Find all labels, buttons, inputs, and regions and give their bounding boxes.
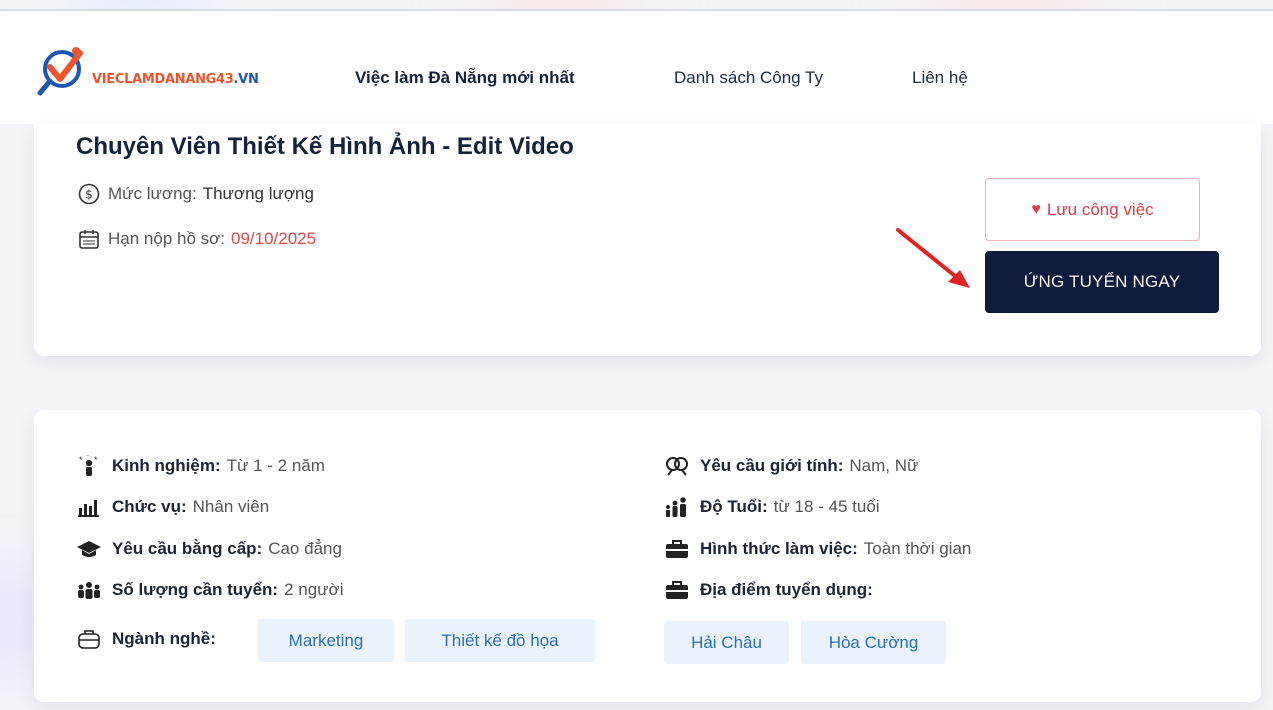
deadline-row: Hạn nộp hồ sơ: 09/10/2025: [78, 228, 316, 250]
dollar-circle-icon: $: [78, 183, 100, 205]
industry-row: Ngành nghề:: [76, 628, 222, 650]
briefcase-location-icon: [664, 579, 690, 601]
experience-value: Từ 1 - 2 năm: [226, 456, 325, 475]
briefcase-outline-icon: [76, 628, 102, 650]
salary-row: $ Mức lương: Thương lượng: [78, 183, 314, 205]
logo-magnifier-icon: [37, 47, 83, 96]
gender-row: Yêu cầu giới tính: Nam, Nữ: [664, 455, 918, 477]
industry-tag-marketing[interactable]: Marketing: [258, 619, 394, 662]
salary-value: Thương lượng: [202, 184, 314, 203]
save-job-label: Lưu công việc: [1046, 199, 1154, 219]
position-row: Chức vụ: Nhân viên: [76, 496, 269, 518]
degree-value: Cao đẳng: [268, 539, 342, 558]
family-icon: [664, 496, 690, 518]
experience-icon: * * *: [76, 455, 102, 477]
location-row: Địa điểm tuyển dụng:: [664, 579, 879, 601]
position-value: Nhân viên: [192, 497, 270, 516]
gender-label: Yêu cầu giới tính:: [700, 456, 844, 475]
red-arrow-annotation: [896, 228, 970, 288]
experience-row: * * * Kinh nghiệm: Từ 1 - 2 năm: [76, 455, 325, 477]
location-label: Địa điểm tuyển dụng:: [700, 580, 873, 599]
bar-chart-icon: [76, 496, 102, 518]
people-group-icon: [76, 579, 102, 601]
heart-icon: ♥: [1031, 200, 1041, 218]
logo-text: VIECLAMDANANG43.VN: [92, 72, 259, 87]
svg-text:*: *: [79, 455, 83, 465]
age-value: từ 18 - 45 tuổi: [773, 497, 880, 516]
degree-label: Yêu cầu bằng cấp:: [112, 539, 263, 558]
age-label: Độ Tuổi:: [700, 497, 768, 516]
location-tag-hoa-cuong[interactable]: Hòa Cường: [801, 621, 946, 664]
briefcase-icon: [664, 538, 690, 560]
job-title: Chuyên Viên Thiết Kế Hình Ảnh - Edit Vid…: [76, 133, 574, 160]
position-label: Chức vụ:: [112, 497, 187, 516]
age-row: Độ Tuổi: từ 18 - 45 tuổi: [664, 496, 880, 518]
calendar-icon: [78, 228, 100, 250]
svg-text:*: *: [86, 455, 89, 461]
site-logo[interactable]: VIECLAMDANANG43.VN: [36, 47, 316, 103]
worktype-label: Hình thức làm việc:: [700, 539, 858, 558]
location-tag-hai-chau[interactable]: Hải Châu: [664, 621, 789, 664]
apply-now-button[interactable]: ỨNG TUYỂN NGAY: [985, 251, 1219, 313]
site-header: VIECLAMDANANG43.VN Việc làm Đà Nẵng mới …: [0, 11, 1273, 124]
svg-text:$: $: [85, 188, 93, 202]
nav-latest-jobs[interactable]: Việc làm Đà Nẵng mới nhất: [355, 68, 575, 88]
quantity-value: 2 người: [284, 580, 344, 599]
save-job-button[interactable]: ♥ Lưu công việc: [985, 178, 1200, 241]
quantity-row: Số lượng cần tuyển: 2 người: [76, 579, 343, 601]
deadline-label: Hạn nộp hồ sơ:: [108, 229, 225, 248]
salary-label: Mức lương:: [108, 184, 197, 203]
deadline-value: 09/10/2025: [231, 229, 317, 248]
gender-icon: [664, 455, 690, 477]
industry-label: Ngành nghề:: [112, 629, 216, 648]
experience-label: Kinh nghiệm:: [112, 456, 221, 475]
worktype-row: Hình thức làm việc: Toàn thời gian: [664, 538, 971, 560]
worktype-value: Toàn thời gian: [863, 539, 972, 558]
gender-value: Nam, Nữ: [849, 456, 919, 475]
degree-row: Yêu cầu bằng cấp: Cao đẳng: [76, 538, 342, 560]
quantity-label: Số lượng cần tuyển:: [112, 580, 279, 599]
nav-company-list[interactable]: Danh sách Công Ty: [674, 68, 823, 88]
industry-tag-graphic-design[interactable]: Thiết kế đồ họa: [405, 619, 595, 662]
apply-now-label: ỨNG TUYỂN NGAY: [1023, 272, 1181, 291]
svg-text:*: *: [94, 455, 98, 465]
nav-contact[interactable]: Liên hệ: [912, 68, 968, 88]
graduation-cap-icon: [76, 538, 102, 560]
